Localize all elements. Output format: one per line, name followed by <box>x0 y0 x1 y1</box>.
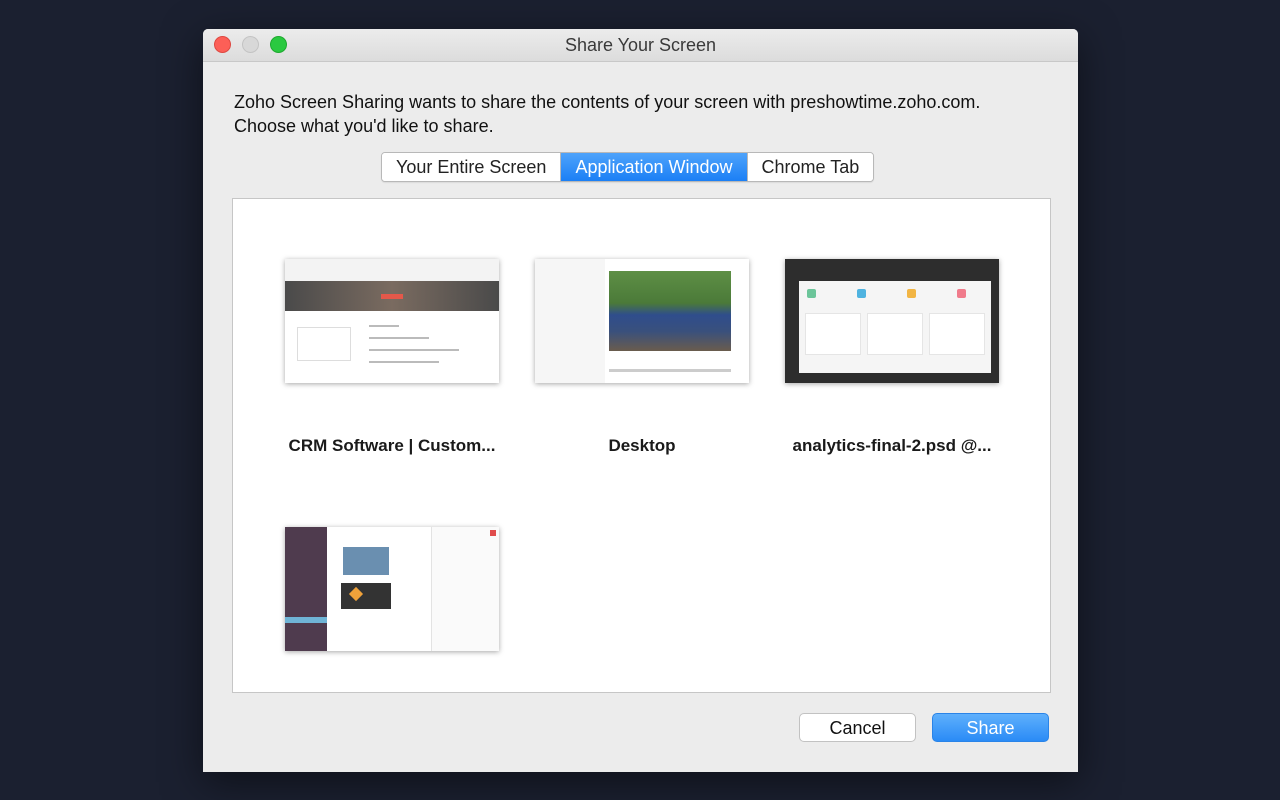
thumbnail-image-attachment <box>343 547 389 575</box>
thumbnail-text-line <box>369 325 399 327</box>
share-screen-dialog: Share Your Screen Zoho Screen Sharing wa… <box>203 29 1078 772</box>
share-button[interactable]: Share <box>932 713 1049 742</box>
thumbnail-tile <box>929 313 985 355</box>
tab-entire-screen[interactable]: Your Entire Screen <box>382 153 562 181</box>
message-line-2: Choose what you'd like to share. <box>234 116 494 136</box>
thumbnail-image-attachment <box>341 583 391 609</box>
thumbnail-text-line <box>369 349 459 351</box>
thumbnail-sidebar <box>285 527 327 651</box>
tab-application-window[interactable]: Application Window <box>561 153 748 181</box>
window-thumbnail-desktop[interactable] <box>535 259 749 383</box>
thumbnail-badge <box>807 289 816 298</box>
thumbnail-close-icon <box>490 530 496 536</box>
thumbnail-details-pane <box>431 527 499 651</box>
thumbnail-tile <box>867 313 923 355</box>
window-caption-desktop: Desktop <box>608 436 676 455</box>
thumbnail-selected-channel <box>285 617 327 623</box>
thumbnail-toolbar <box>285 259 499 282</box>
window-title: Share Your Screen <box>564 35 717 55</box>
thumbnail-file-list <box>535 259 605 383</box>
thumbnail-group-photo <box>609 271 731 351</box>
window-picker-panel: CRM Software | Custom... Desktop analyti… <box>232 198 1051 693</box>
thumbnail-canvas <box>799 281 991 373</box>
permission-message: Zoho Screen Sharing wants to share the c… <box>234 90 1054 138</box>
cancel-button[interactable]: Cancel <box>799 713 916 742</box>
thumbnail-card <box>297 327 351 361</box>
thumbnail-text-line <box>369 361 439 363</box>
window-caption-analytics: analytics-final-2.psd @... <box>792 436 992 455</box>
thumbnail-badge <box>957 289 966 298</box>
thumbnail-badge <box>857 289 866 298</box>
window-thumbnail-chat[interactable] <box>285 527 499 651</box>
window-thumbnail-crm[interactable] <box>285 259 499 383</box>
title-bar[interactable]: Share Your Screen <box>203 29 1078 62</box>
window-caption-crm: CRM Software | Custom... <box>288 436 496 455</box>
thumbnail-tile <box>805 313 861 355</box>
share-type-tabs: Your Entire Screen Application Window Ch… <box>381 152 875 182</box>
thumbnail-scrollbar <box>609 369 731 372</box>
thumbnail-badge <box>907 289 916 298</box>
message-line-1: Zoho Screen Sharing wants to share the c… <box>234 92 981 112</box>
thumbnail-cta <box>381 294 403 299</box>
thumbnail-text-line <box>369 337 429 339</box>
window-thumbnail-analytics-psd[interactable] <box>785 259 999 383</box>
tab-chrome-tab[interactable]: Chrome Tab <box>747 153 874 181</box>
